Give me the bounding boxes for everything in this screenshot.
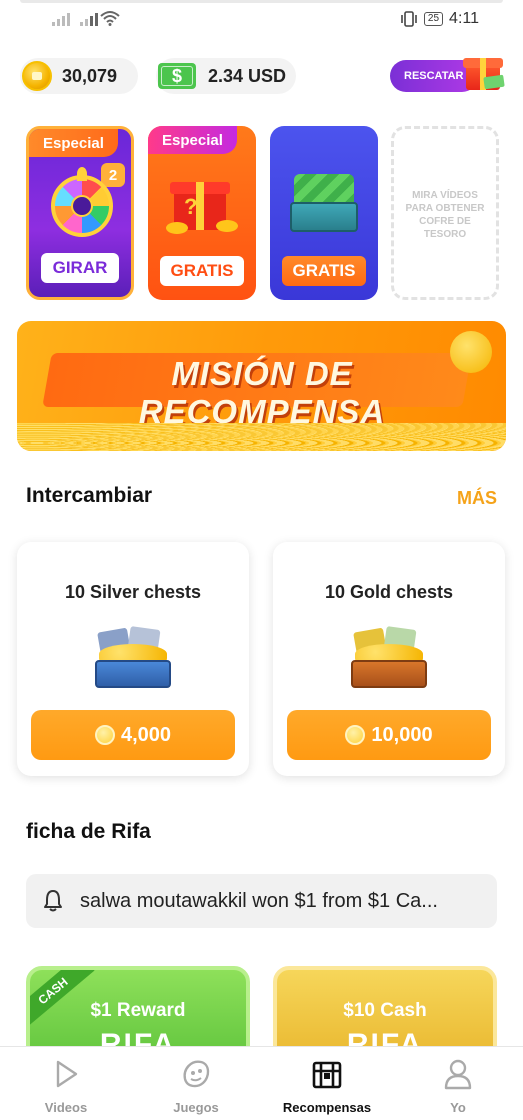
gold-chest-offer[interactable]: 10 Gold chests 10,000 bbox=[273, 542, 505, 776]
especial-tag: Especial bbox=[29, 129, 118, 157]
winner-ticker: salwa moutawakkil won $1 from $1 Ca... bbox=[26, 874, 497, 928]
exchange-heading: Intercambiar bbox=[26, 484, 153, 507]
offer-title: 10 Gold chests bbox=[324, 582, 454, 602]
mega-spin-wheel-icon bbox=[51, 167, 113, 239]
nav-label: Yo bbox=[450, 1100, 466, 1115]
cash-balance[interactable]: $ 2.34 USD bbox=[156, 58, 296, 94]
nav-label: Videos bbox=[44, 1100, 88, 1115]
mystery-gift-card[interactable]: Especial ? GRATIS bbox=[148, 126, 256, 300]
clock: 4:11 bbox=[449, 10, 479, 27]
gratis-button[interactable]: GRATIS bbox=[160, 256, 244, 286]
top-edge bbox=[20, 0, 503, 3]
banner-title: MISIÓN DE RECOMPENSA bbox=[138, 355, 386, 430]
empty-chest-slot[interactable]: MIRA VÍDEOS PARA OBTENER COFRE DE TESORO bbox=[391, 126, 499, 300]
offer-title: 10 Silver chests bbox=[64, 582, 202, 602]
nav-videos[interactable]: Videos bbox=[11, 1055, 121, 1119]
raffle-title: $10 Cash bbox=[343, 1000, 427, 1021]
price: 10,000 bbox=[371, 723, 433, 746]
silver-chest-offer[interactable]: 10 Silver chests 4,000 bbox=[17, 542, 249, 776]
cash-chest-icon bbox=[286, 166, 362, 236]
especial-tag: Especial bbox=[148, 126, 237, 154]
nav-yo[interactable]: Yo bbox=[403, 1055, 513, 1119]
spin-wheel-card[interactable]: Especial 2 GIRAR bbox=[26, 126, 134, 300]
coin-balance[interactable]: 30,079 bbox=[20, 58, 138, 94]
signal-icon-2 bbox=[80, 13, 98, 26]
reward-cards: Especial 2 GIRAR Especial ? GRATIS GRATI… bbox=[26, 126, 506, 301]
vibrate-icon bbox=[401, 11, 417, 27]
raffle-heading: ficha de Rifa bbox=[26, 820, 151, 843]
coin-icon bbox=[94, 725, 115, 745]
person-icon bbox=[444, 1059, 472, 1090]
app-screen: 25 4:11 30,079 $ 2.34 USD RESCATAR Espec… bbox=[0, 0, 523, 1120]
bottom-nav: Videos Juegos Recompensas Yo bbox=[0, 1046, 523, 1120]
nav-juegos[interactable]: Juegos bbox=[141, 1055, 251, 1119]
price: 4,000 bbox=[120, 723, 172, 746]
wifi-icon bbox=[100, 11, 120, 26]
coin-amount: 30,079 bbox=[62, 65, 118, 86]
coin-icon bbox=[345, 725, 366, 745]
silver-chest-icon bbox=[93, 626, 173, 690]
buy-gold-button[interactable]: 10,000 bbox=[287, 710, 491, 760]
mission-banner[interactable]: MISIÓN DE RECOMPENSA bbox=[17, 321, 506, 451]
signal-icon bbox=[52, 13, 70, 26]
girar-button[interactable]: GIRAR bbox=[41, 253, 119, 283]
coin-icon bbox=[22, 61, 52, 91]
more-link[interactable]: MÁS bbox=[457, 488, 497, 509]
play-icon bbox=[56, 1060, 78, 1088]
gift-icon bbox=[460, 48, 506, 92]
nav-recompensas[interactable]: Recompensas bbox=[272, 1055, 382, 1119]
buy-silver-button[interactable]: 4,000 bbox=[31, 710, 235, 760]
cash-chest-card[interactable]: GRATIS bbox=[270, 126, 378, 300]
mystery-box-icon: ? bbox=[166, 170, 238, 234]
bell-icon bbox=[44, 890, 62, 912]
treasure-chest-icon bbox=[312, 1061, 342, 1089]
coin-pile bbox=[17, 423, 506, 451]
nav-label: Recompensas bbox=[282, 1100, 372, 1115]
rescatar-button[interactable]: RESCATAR bbox=[390, 58, 508, 94]
gratis-button-2[interactable]: GRATIS bbox=[282, 256, 366, 286]
empty-slot-text: MIRA VÍDEOS PARA OBTENER COFRE DE TESORO bbox=[405, 190, 485, 240]
cash-icon: $ bbox=[158, 63, 196, 89]
status-right: 25 4:11 bbox=[400, 10, 479, 28]
coin-icon bbox=[450, 331, 492, 373]
balance-row: 30,079 $ 2.34 USD RESCATAR bbox=[18, 56, 508, 96]
gold-chest-icon bbox=[349, 626, 429, 690]
cash-amount: 2.34 USD bbox=[208, 65, 287, 86]
raffle-title: $1 Reward bbox=[90, 1000, 186, 1021]
ticker-text: salwa moutawakkil won $1 from $1 Ca... bbox=[80, 889, 438, 912]
battery-indicator: 25 bbox=[423, 12, 444, 26]
status-bar: 25 4:11 bbox=[0, 0, 523, 40]
nav-label: Juegos bbox=[173, 1100, 219, 1115]
games-icon bbox=[183, 1060, 210, 1088]
